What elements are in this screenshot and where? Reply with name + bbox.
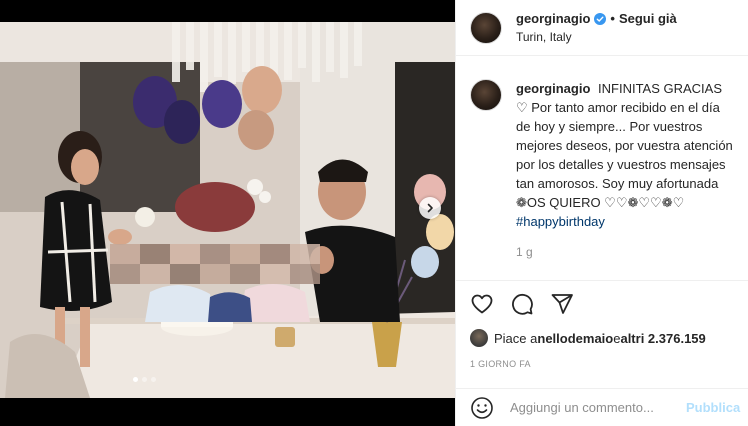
action-icons — [470, 291, 734, 317]
caption-age: 1 g — [516, 245, 533, 259]
post-media — [0, 0, 455, 426]
post-date[interactable]: 1 GIORNO FA — [470, 359, 734, 369]
post-location[interactable]: Turin, Italy — [516, 30, 677, 44]
likes-prefix: Piace a — [494, 330, 538, 346]
post-caption: georginagio INFINITAS GRACIAS ♡ Por tant… — [516, 79, 734, 231]
comment-icon[interactable] — [510, 292, 534, 316]
comments-section: georginagio INFINITAS GRACIAS ♡ Por tant… — [456, 57, 748, 270]
caption-row: georginagio INFINITAS GRACIAS ♡ Por tant… — [470, 79, 734, 231]
hashtag-link[interactable]: #happybirthday — [516, 214, 605, 229]
liker-username[interactable]: nellodemaio — [537, 331, 613, 346]
author-username[interactable]: georginagio — [516, 11, 590, 26]
publish-button[interactable]: Pubblica — [686, 400, 740, 415]
avatar[interactable] — [470, 329, 488, 347]
avatar[interactable] — [470, 79, 502, 111]
carousel-dot — [142, 377, 147, 382]
likes-count[interactable]: altri 2.376.159 — [620, 331, 705, 346]
birthday-photo-illustration — [0, 22, 455, 398]
share-icon[interactable] — [550, 292, 574, 316]
post-header: georginagio • Segui già Turin, Italy — [456, 0, 748, 56]
post-actions: Piace a nellodemaio e altri 2.376.159 1 … — [456, 280, 748, 369]
post-side-panel: georginagio • Segui già Turin, Italy geo… — [455, 0, 748, 426]
carousel-dot — [133, 377, 138, 382]
chevron-right-icon — [425, 203, 435, 213]
carousel-dot — [151, 377, 156, 382]
caption-text: INFINITAS GRACIAS ♡ Por tanto amor recib… — [516, 81, 733, 210]
comment-input[interactable] — [510, 400, 686, 415]
follow-status-button[interactable]: Segui già — [619, 11, 677, 26]
heart-icon[interactable] — [470, 292, 494, 316]
likes-middle: e — [613, 330, 621, 346]
post-photo[interactable] — [0, 22, 455, 398]
comment-composer: Pubblica — [456, 388, 748, 426]
carousel-next-button[interactable] — [419, 197, 441, 219]
carousel-indicator — [133, 377, 156, 382]
emoji-icon[interactable] — [470, 396, 494, 420]
caption-username[interactable]: georginagio — [516, 81, 590, 96]
avatar[interactable] — [470, 11, 502, 44]
separator-dot: • — [610, 11, 615, 26]
verified-badge-icon — [594, 12, 607, 25]
likes-summary: Piace a nellodemaio e altri 2.376.159 — [470, 329, 734, 347]
